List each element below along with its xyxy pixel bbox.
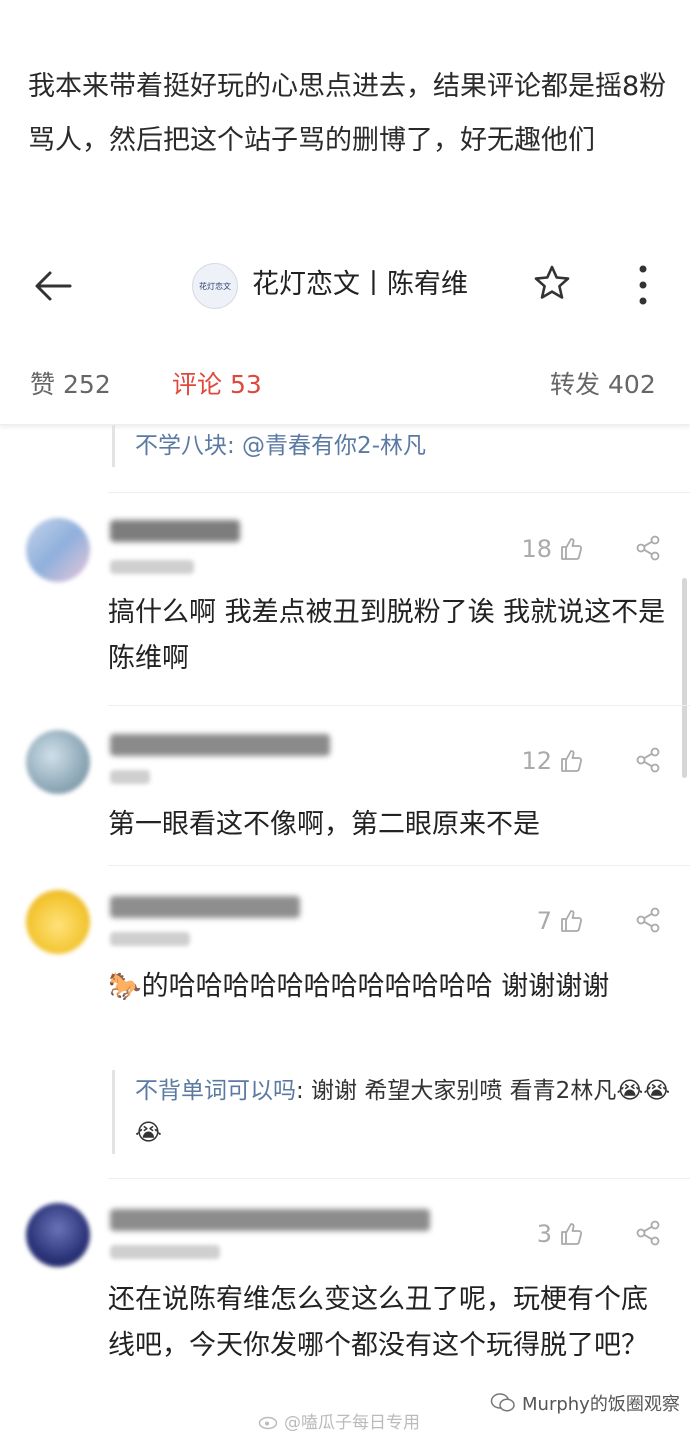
avatar[interactable]: [26, 1203, 90, 1267]
reposts-label: 转发: [550, 370, 601, 399]
timestamp-blurred: [110, 932, 190, 946]
comment-text: 🐎的哈哈哈哈哈哈哈哈哈哈哈哈 谢谢谢谢: [108, 964, 668, 1010]
likes-label: 赞: [30, 370, 56, 399]
comments-count: 53: [230, 370, 262, 399]
back-arrow-icon[interactable]: [30, 263, 76, 309]
watermark-text: Murphy的饭圈观察: [522, 1394, 680, 1415]
sub-reply[interactable]: 不背单词可以吗: 谢谢 希望大家别喷 看青2林凡😭😭😭: [112, 1070, 672, 1154]
sub-reply-author[interactable]: 不学八块: [135, 433, 227, 459]
tab-reposts[interactable]: 转发 402: [550, 365, 656, 401]
comment-text: 第一眼看这不像啊，第二眼原来不是: [108, 809, 540, 840]
sub-reply-author[interactable]: 不背单词可以吗: [135, 1078, 296, 1104]
wechat-icon: [490, 1393, 515, 1412]
like-button[interactable]: 18: [521, 535, 584, 563]
comment-text-content: 的哈哈哈哈哈哈哈哈哈哈哈哈 谢谢谢谢: [141, 971, 610, 1002]
star-icon[interactable]: [532, 263, 572, 303]
horse-emoji: 🐎: [108, 971, 142, 1002]
sub-reply-text: : @青春有你2-林凡: [227, 433, 426, 459]
tab-likes[interactable]: 赞 252: [30, 365, 111, 401]
share-icon[interactable]: [634, 534, 662, 562]
comment-text: 搞什么啊 我差点被丑到脱粉了诶 我就说这不是陈维啊: [108, 597, 666, 674]
account-avatar[interactable]: 花灯恋文: [192, 263, 238, 309]
avatar[interactable]: [26, 730, 90, 794]
more-vertical-icon[interactable]: [632, 263, 654, 307]
share-icon[interactable]: [634, 906, 662, 934]
share-icon[interactable]: [634, 746, 662, 774]
avatar[interactable]: [26, 890, 90, 954]
timestamp-blurred: [110, 1245, 220, 1259]
comments-label: 评论: [172, 370, 223, 399]
weibo-icon: [258, 1416, 278, 1429]
thumbs-up-icon: [561, 910, 583, 932]
intro-text: 我本来带着挺好玩的心思点进去，结果评论都是摇8粉骂人，然后把这个站子骂的删博了，…: [28, 71, 667, 156]
thumbs-up-icon: [561, 1223, 583, 1245]
username-blurred[interactable]: [110, 1209, 430, 1231]
sub-reply[interactable]: 不学八块: @青春有你2-林凡: [112, 425, 426, 467]
share-icon[interactable]: [634, 1219, 662, 1247]
watermark-text: @嗑瓜子每日专用: [284, 1413, 420, 1433]
username-blurred[interactable]: [110, 520, 240, 542]
like-count: 3: [536, 1220, 552, 1248]
stats-tabs: 赞 252 评论 53 转发 402: [0, 355, 690, 425]
username-blurred[interactable]: [110, 734, 330, 756]
username-blurred[interactable]: [110, 896, 300, 918]
reposts-count: 402: [608, 370, 656, 399]
timestamp-blurred: [110, 770, 150, 784]
top-navigation-bar: 花灯恋文 花灯恋文丨陈宥维: [0, 245, 690, 325]
like-button[interactable]: 3: [537, 1220, 584, 1248]
comment-item: 12 第一眼看这不像啊，第二眼原来不是: [0, 722, 690, 862]
timestamp-blurred: [110, 560, 194, 574]
avatar[interactable]: [26, 518, 90, 582]
thumbs-up-icon: [561, 750, 583, 772]
like-count: 18: [521, 535, 552, 563]
divider: [108, 1178, 690, 1179]
comment-text: 还在说陈宥维怎么变这么丑了呢，玩梗有个底线吧，今天你发哪个都没有这个玩得脱了吧？: [108, 1284, 648, 1361]
like-count: 7: [536, 907, 552, 935]
divider: [108, 705, 690, 706]
comment-item: 7 🐎的哈哈哈哈哈哈哈哈哈哈哈哈 谢谢谢谢 不背单词可以吗: 谢谢 希望大家别喷…: [0, 882, 690, 1172]
logo-text: 花灯恋文: [199, 281, 231, 291]
like-count: 12: [521, 747, 552, 775]
like-button[interactable]: 7: [537, 907, 584, 935]
page-title: 花灯恋文丨陈宥维: [252, 269, 468, 300]
tab-comments[interactable]: 评论 53: [172, 365, 262, 401]
weibo-watermark: @嗑瓜子每日专用: [258, 1408, 420, 1433]
like-button[interactable]: 12: [521, 747, 584, 775]
divider: [108, 865, 690, 866]
divider: [108, 492, 690, 493]
sub-reply-text: : 谢谢 希望大家别喷 看青2林凡: [296, 1078, 617, 1104]
thumbs-up-icon: [561, 538, 583, 560]
comment-item: 18 搞什么啊 我差点被丑到脱粉了诶 我就说这不是陈维啊: [0, 510, 690, 710]
likes-count: 252: [63, 370, 111, 399]
wechat-watermark: Murphy的饭圈观察: [490, 1390, 680, 1416]
